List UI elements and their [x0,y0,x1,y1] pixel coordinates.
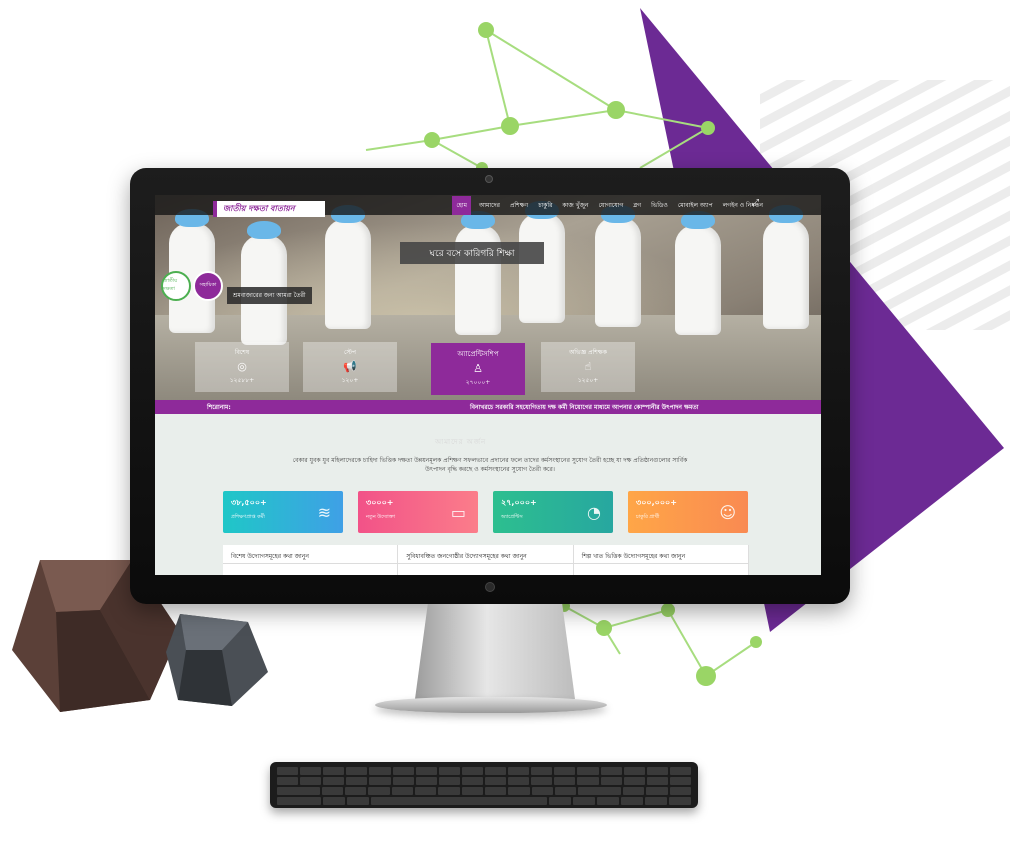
stat-tile-trainer[interactable]: অভিজ্ঞ প্রশিক্ষক ☝ ১২৫০+ [541,342,635,392]
tab-special-initiatives[interactable]: বিশেষ উদ্যোগসমূহের কথা জানুন [223,545,399,575]
tabs-divider [223,563,749,564]
stat-tile-special[interactable]: বিশেষ ◎ ১২৫৮৮+ [195,342,289,392]
megaphone-icon: 📢 [343,360,357,373]
cook-figure [763,219,809,329]
monitor-chin-dot [485,582,495,592]
tab-underprivileged-initiatives[interactable]: সুবিধাবঞ্চিত জনগোষ্ঠীর উদ্যোগসমূহের কথা … [398,545,574,575]
stat-tile-value: ১২৫০+ [577,377,599,384]
section-title: আমাদের অর্জন [435,438,487,446]
key-row [277,787,691,795]
tab-industry-initiatives[interactable]: শিল্প খাত ভিত্তিক উদ্যোগসমূহের কথা জানুন [574,545,749,575]
cook-cap [247,221,281,239]
hero-banner: ঘরে বসে কারিগরি শিক্ষা [400,242,544,264]
keyboard [270,762,698,808]
nav-training[interactable]: প্রশিক্ষণ [508,197,530,214]
grey-gem [166,614,268,706]
stat-tile-label: স্টেপ [344,349,356,356]
cook-figure [675,225,721,335]
target-icon: ◎ [237,360,247,373]
nav-jobs[interactable]: চাকুরি [536,197,554,214]
initiative-tabs: বিশেষ উদ্যোগসমূহের কথা জানুন সুবিধাবঞ্চি… [223,545,749,575]
achievements-section: আমাদের অর্জন বেকার যুবক যুব মহিলাদেরকে চ… [155,414,821,575]
stat-card-job-seekers[interactable]: ৩০০,০০০+ চাকুরি প্রার্থী ☺ [628,491,748,533]
nav-mobile-app[interactable]: মোবাইল অ্যাপ [676,197,715,214]
monitor-stand [415,604,575,699]
nav-home[interactable]: হোম [452,195,472,215]
hero-image: হোম আমাদের প্রশিক্ষণ চাকুরি কাজ খুঁজুন য… [155,195,821,405]
website-screen: হোম আমাদের প্রশিক্ষণ চাকুরি কাজ খুঁজুন য… [155,195,821,575]
cook-figure [325,219,371,329]
monitor-stand-base [375,697,607,713]
stat-tile-value: ১২৫৮৮+ [229,377,255,384]
stat-card-apprentice[interactable]: ২৭,০০০+ অ্যাপ্রেন্টিস ◔ [493,491,613,533]
key-row [277,777,691,785]
stat-tile-label: বিশেষ [234,349,250,356]
nav-contact[interactable]: যোগাযোগ [597,197,626,214]
ticker-text[interactable]: বিনাখরচে সরকারি সহযোগিতায় দক্ষ কর্মী নি… [295,402,699,413]
badge-logo-right[interactable]: সহায়িকা [193,271,223,301]
key-row [277,797,691,805]
stat-tile-value: ১২০+ [341,377,359,384]
nav-find-work[interactable]: কাজ খুঁজুন [560,197,590,214]
stat-card-entrepreneurs[interactable]: ৩০০০+ নতুন উদ্যোক্তা ▭ [358,491,478,533]
stat-tile-value: ২৭০০০+ [465,379,491,386]
pie-chart-icon: ◔ [587,503,601,522]
layers-icon: ≋ [317,503,331,522]
user-icon: ☺ [719,503,736,522]
ticker-label: শিরোনাম: [207,403,231,411]
hand-icon: ☝ [584,360,592,373]
section-description: বেকার যুবক যুব মহিলাদেরকে চাহিদা ভিত্তিক… [292,457,688,473]
person-icon: ♙ [473,362,483,375]
cook-figure [595,217,641,327]
expand-icon[interactable]: ⤢ [752,198,759,208]
stat-tile-step[interactable]: স্টেপ 📢 ১২০+ [303,342,397,392]
site-logo[interactable]: জাতীয় দক্ষতা বাতায়ন [213,201,325,217]
badge-logo-left[interactable]: জাতীয় দক্ষতা [161,271,191,301]
nav-video[interactable]: ভিডিও [649,197,670,214]
news-ticker: শিরোনাম: বিনাখরচে সরকারি সহযোগিতায় দক্ষ… [155,400,821,414]
nav-blog[interactable]: ব্লগ [631,197,643,214]
stat-tile-label: অ্যাপ্রেন্টিসশিপ [457,350,499,358]
wallet-icon: ▭ [450,503,466,522]
stat-tile-label: অভিজ্ঞ প্রশিক্ষক [569,349,607,356]
monitor-frame: হোম আমাদের প্রশিক্ষণ চাকুরি কাজ খুঁজুন য… [130,168,850,604]
stat-tile-apprenticeship[interactable]: অ্যাপ্রেন্টিসশিপ ♙ ২৭০০০+ [431,343,525,395]
hero-tagline: শ্রমবাজারের জন্য আমরা তৈরী [227,287,312,304]
key-row [277,767,691,775]
stat-card-trained[interactable]: ৩৮,৫০০+ প্রশিক্ষণপ্রাপ্ত কর্মী ≋ [223,491,343,533]
cook-figure [519,213,565,323]
nav-about[interactable]: আমাদের [477,197,502,214]
webcam [485,175,493,183]
